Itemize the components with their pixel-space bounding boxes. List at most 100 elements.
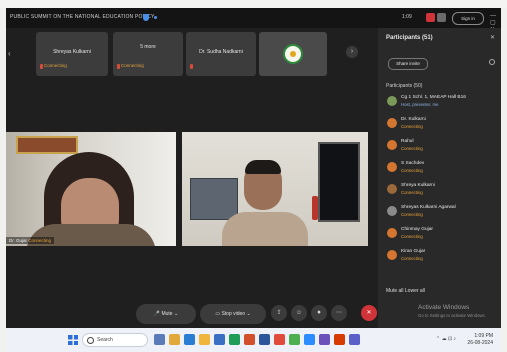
avatar [387, 184, 397, 194]
strip-next-icon[interactable]: › [346, 46, 358, 58]
app-icon[interactable] [334, 334, 345, 345]
participant-name: Chinmay Gujar [401, 227, 433, 232]
search-icon[interactable] [489, 59, 495, 65]
participant-status: Connecting [401, 124, 423, 129]
avatar [387, 206, 397, 216]
participant-name: Shreya Kulkarni [401, 183, 435, 188]
tile-status: Connecting [121, 63, 144, 68]
app-icon[interactable] [319, 334, 330, 345]
participant-status: Connecting [401, 212, 423, 217]
participant-row[interactable]: S Sachdev Connecting [384, 160, 496, 176]
video-name: Dr. Gujar [9, 238, 28, 243]
participant-row[interactable]: Dr. Kulkarni Connecting [384, 116, 496, 132]
mic-off-icon [40, 64, 43, 69]
title-bar: PUBLIC SUMMIT ON THE NATIONAL EDUCATION … [6, 8, 501, 33]
clock-date: 26-08-2024 [467, 340, 493, 346]
avatar [387, 140, 397, 150]
share-icon[interactable]: ⇪ [271, 305, 287, 321]
close-icon[interactable]: ✕ [490, 34, 495, 41]
tile-status: Connecting [44, 63, 67, 68]
speaker-clothing [222, 212, 308, 246]
participant-row[interactable]: Shreyas Kulkarni Agarwal Connecting [384, 204, 496, 220]
fire-extinguisher [312, 196, 318, 220]
participant-name: Cg 1 Schl. 1, MAEAP Hall B16 [401, 95, 466, 100]
meeting-timer: 1:09 [402, 14, 412, 20]
windows-taskbar: Search ⌃ ☁ ⊡ ♪ 1:09 PM 26-08-2024 [6, 328, 501, 352]
video-tile-logo[interactable] [259, 32, 327, 76]
participant-name: Rahul [401, 139, 414, 144]
mute-button[interactable]: 🎤 Mute ⌄ [136, 304, 196, 324]
task-view-icon[interactable] [154, 334, 165, 345]
connection-icon [154, 16, 157, 19]
camera-icon[interactable] [437, 13, 446, 22]
windows-start-icon[interactable] [68, 335, 78, 345]
background-monitor [318, 142, 360, 222]
chrome-icon[interactable] [274, 334, 285, 345]
video-label: Stop video [221, 311, 246, 317]
teams-icon[interactable] [349, 334, 360, 345]
participant-status: Connecting [401, 168, 423, 173]
panel-title: Participants (51) [386, 35, 433, 41]
video-status: Connecting [28, 238, 52, 243]
avatar [387, 118, 397, 128]
record-icon[interactable]: ⏺ [311, 305, 327, 321]
video-tile[interactable]: Dr. Sudha Nadkarni [186, 32, 256, 76]
participant-status: Connecting [401, 256, 423, 261]
speaker-hair [245, 160, 281, 174]
strip-prev-icon[interactable]: ‹ [8, 49, 11, 58]
participants-group-label[interactable]: Participants (50) [386, 83, 422, 89]
sign-in-button[interactable]: Sign in [452, 12, 484, 25]
call-controls: 🎤 Mute ⌄ ▭ Stop video ⌄ ⇪ ☺ ⏺ ⋯ ✕ [136, 304, 386, 326]
participant-status: Connecting [401, 190, 423, 195]
main-video-right[interactable] [182, 132, 368, 246]
mic-off-icon [190, 64, 193, 69]
store-icon[interactable] [214, 334, 225, 345]
app-icon[interactable] [289, 334, 300, 345]
avatar [387, 228, 397, 238]
photo-frame-right [501, 8, 507, 352]
participant-row[interactable]: Kiran Gujar Connecting [384, 248, 496, 264]
video-tile[interactable]: 5 more Connecting [113, 32, 183, 76]
mute-label: Mute [161, 311, 173, 317]
avatar [387, 250, 397, 260]
organization-logo [283, 44, 303, 64]
stop-video-button[interactable]: ▭ Stop video ⌄ [200, 304, 266, 324]
record-icon[interactable] [426, 13, 435, 22]
share-invite-button[interactable]: Share invite [388, 58, 428, 70]
shield-icon[interactable] [143, 14, 149, 21]
participant-name: Dr. Kulkarni [401, 117, 426, 122]
meeting-app-icon[interactable] [304, 334, 315, 345]
tile-name: Dr. Sudha Nadkarni [199, 49, 243, 55]
wall-painting [16, 136, 78, 154]
mute-all-button[interactable]: Mute all Lower all [386, 288, 425, 294]
taskbar-clock[interactable]: 1:09 PM 26-08-2024 [467, 333, 493, 347]
activate-windows-title: Activate Windows [418, 304, 470, 311]
powerpoint-icon[interactable] [244, 334, 255, 345]
participants-panel: Participants (51) ✕ Share invite Partici… [378, 28, 501, 328]
taskbar-search[interactable]: Search [82, 333, 148, 347]
video-tile[interactable]: Shreyas Kulkarni Connecting [36, 32, 108, 76]
participant-role: Host, presenter, me [401, 102, 439, 107]
participant-row[interactable]: Cg 1 Schl. 1, MAEAP Hall B16 Host, prese… [384, 94, 496, 110]
avatar [387, 162, 397, 172]
participant-row[interactable]: Shreya Kulkarni Connecting [384, 182, 496, 198]
leave-icon[interactable]: ✕ [361, 305, 377, 321]
participant-row[interactable]: Chinmay Gujar Connecting [384, 226, 496, 242]
mic-off-icon [117, 64, 120, 69]
system-tray-icons[interactable]: ⌃ ☁ ⊡ ♪ [436, 336, 456, 342]
reaction-icon[interactable]: ☺ [291, 305, 307, 321]
participant-name: S Sachdev [401, 161, 425, 166]
excel-icon[interactable] [229, 334, 240, 345]
file-explorer-icon[interactable] [169, 334, 180, 345]
main-video-left[interactable]: Dr. Gujar Connecting [6, 132, 176, 246]
more-icon[interactable]: ⋯ [331, 305, 347, 321]
participant-name: Shreyas Kulkarni Agarwal [401, 205, 456, 210]
edge-icon[interactable] [184, 334, 195, 345]
activate-windows-subtitle: Go to Settings to activate Windows. [418, 313, 486, 318]
tile-name: Shreyas Kulkarni [53, 49, 91, 55]
word-icon[interactable] [259, 334, 270, 345]
participant-row[interactable]: Rahul Connecting [384, 138, 496, 154]
notice-board [190, 178, 238, 220]
photo-frame-top [0, 0, 507, 8]
folder-icon[interactable] [199, 334, 210, 345]
